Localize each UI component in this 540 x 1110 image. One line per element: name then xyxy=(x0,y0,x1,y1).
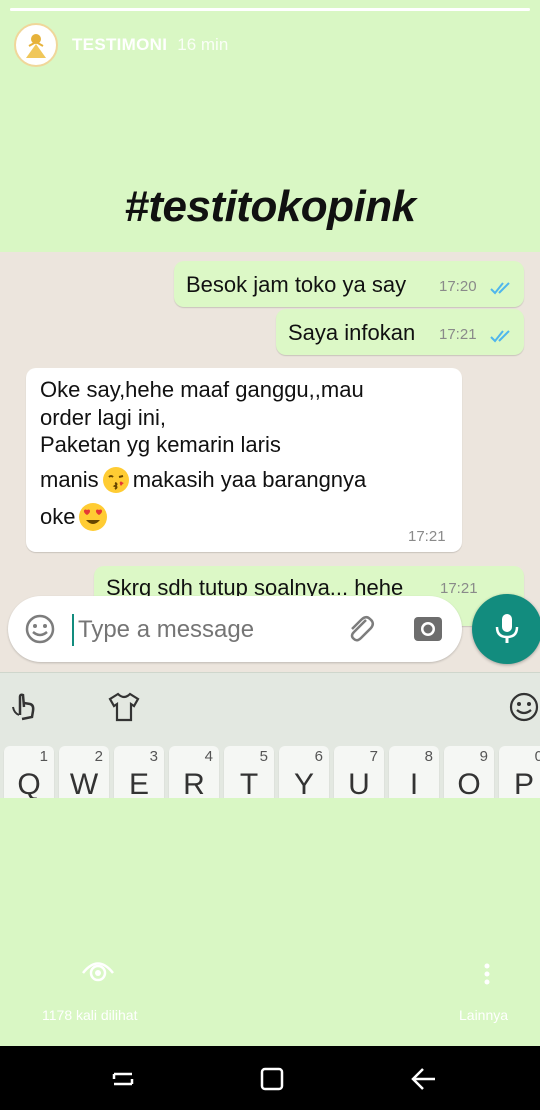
key-number: 4 xyxy=(204,748,213,765)
key-number: 8 xyxy=(424,748,433,765)
story-progress-bar xyxy=(10,8,530,11)
kissing-face-icon xyxy=(102,466,129,493)
message-line: makasih yaa barangnya xyxy=(132,466,367,492)
story-progress-fill xyxy=(10,8,530,11)
story-header: TESTIMONI 16 min xyxy=(14,20,530,70)
message-time: 17:21 xyxy=(408,528,446,545)
key-letter: I xyxy=(409,768,419,798)
key-p[interactable]: 0P xyxy=(499,746,540,798)
message-time: 17:21 xyxy=(440,580,478,597)
smiley-icon[interactable] xyxy=(508,691,540,723)
key-letter: Q xyxy=(17,768,41,798)
key-letter: W xyxy=(69,768,99,798)
nav-recents-icon[interactable] xyxy=(110,1066,136,1092)
key-u[interactable]: 7U xyxy=(334,746,384,798)
emoji-icon[interactable] xyxy=(24,613,56,645)
eye-icon[interactable] xyxy=(80,956,116,986)
more-icon[interactable] xyxy=(483,962,491,986)
avatar[interactable] xyxy=(14,23,58,67)
message-line: Oke say,hehe maaf ganggu,,mau xyxy=(40,377,364,402)
key-q[interactable]: 1Q xyxy=(4,746,54,798)
key-r[interactable]: 4R xyxy=(169,746,219,798)
key-e[interactable]: 3E xyxy=(114,746,164,798)
key-t[interactable]: 5T xyxy=(224,746,274,798)
outgoing-message: Besok jam toko ya say 17:20 xyxy=(174,261,524,307)
heart-eyes-icon xyxy=(79,502,108,531)
system-nav-bar xyxy=(0,1046,540,1110)
key-letter: T xyxy=(239,768,259,798)
key-number: 3 xyxy=(149,748,158,765)
view-count[interactable]: 1178 kali dilihat xyxy=(42,1007,137,1023)
keyboard-row: 1Q2W3E4R5T6Y7U8I9O0P xyxy=(0,738,540,798)
message-time: 17:20 xyxy=(439,278,477,295)
story-title: #testitokopink xyxy=(124,182,416,231)
message-line: manis xyxy=(40,466,99,492)
key-number: 5 xyxy=(259,748,268,765)
key-letter: R xyxy=(183,768,205,798)
outgoing-message: Saya infokan 17:21 xyxy=(276,309,524,355)
key-letter: U xyxy=(348,768,370,798)
key-w[interactable]: 2W xyxy=(59,746,109,798)
keyboard-toolbar xyxy=(0,672,540,739)
story-time-ago: 16 min xyxy=(177,35,229,54)
key-number: 0 xyxy=(534,748,540,765)
story-username[interactable]: TESTIMONI xyxy=(72,35,167,55)
message-time: 17:21 xyxy=(439,326,477,343)
message-line: Paketan yg kemarin laris xyxy=(40,432,281,457)
message-line: order lagi ini, xyxy=(40,404,166,430)
key-number: 6 xyxy=(314,748,323,765)
read-ticks-icon xyxy=(490,330,510,343)
key-number: 7 xyxy=(369,748,378,765)
more-label[interactable]: Lainnya xyxy=(459,1007,508,1023)
key-letter: P xyxy=(513,768,534,798)
message-input-bar xyxy=(8,596,462,662)
camera-icon[interactable] xyxy=(412,613,444,645)
mic-button[interactable] xyxy=(472,594,540,664)
gesture-icon[interactable] xyxy=(10,691,42,723)
key-y[interactable]: 6Y xyxy=(279,746,329,798)
key-i[interactable]: 8I xyxy=(389,746,439,798)
mic-icon xyxy=(495,614,519,643)
avatar-icon xyxy=(26,34,46,58)
key-number: 1 xyxy=(39,748,48,765)
key-letter: E xyxy=(128,768,149,798)
message-text: Saya infokan xyxy=(288,320,416,345)
key-letter: O xyxy=(457,768,481,798)
key-number: 9 xyxy=(479,748,488,765)
nav-back-icon[interactable] xyxy=(410,1066,438,1092)
message-line: oke xyxy=(40,503,76,529)
key-number: 2 xyxy=(94,748,103,765)
message-input[interactable] xyxy=(76,610,320,650)
attach-icon[interactable] xyxy=(344,612,378,646)
nav-home-icon[interactable] xyxy=(259,1066,285,1092)
read-ticks-icon xyxy=(490,282,510,295)
message-text: Oke say,hehe maaf ganggu,,mau order lagi… xyxy=(40,376,450,533)
message-text: Besok jam toko ya say xyxy=(186,272,407,297)
key-letter: Y xyxy=(293,768,314,798)
incoming-message: Oke say,hehe maaf ganggu,,mau order lagi… xyxy=(26,368,462,552)
text-cursor xyxy=(72,614,74,646)
key-o[interactable]: 9O xyxy=(444,746,494,798)
shirt-icon[interactable] xyxy=(107,691,141,723)
